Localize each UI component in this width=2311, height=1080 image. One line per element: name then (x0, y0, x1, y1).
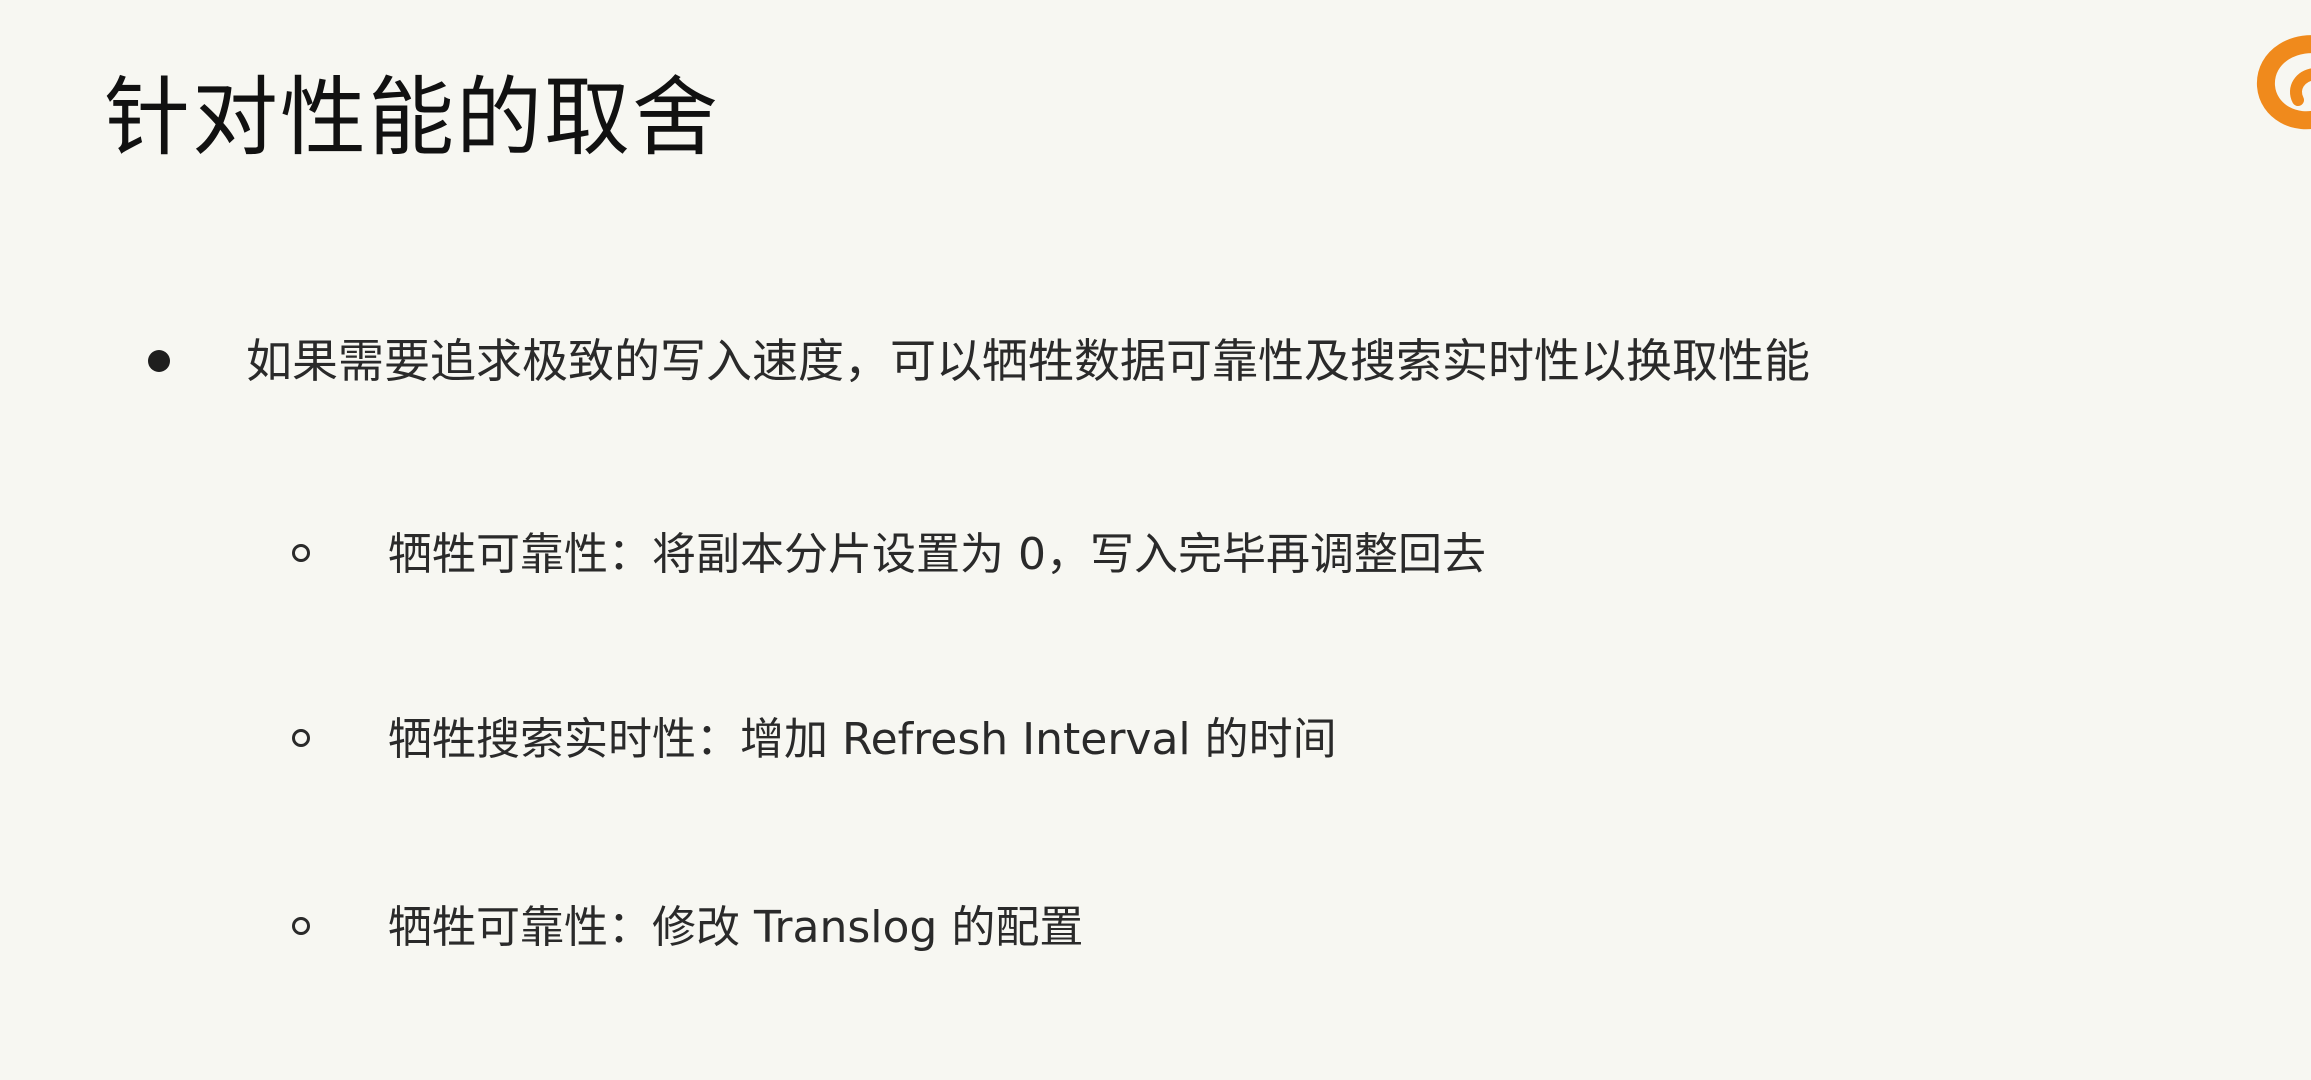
bullet-text: 如果需要追求极致的写入速度，可以牺牲数据可靠性及搜索实时性以换取性能 (246, 334, 1810, 388)
slide-title: 针对性能的取舍 (104, 68, 720, 168)
bullet-ring-icon (292, 729, 310, 747)
sub-bullet-text: 牺牲可靠性：修改 Translog 的配置 (388, 902, 1084, 953)
slide: 针对性能的取舍 如果需要追求极致的写入速度，可以牺牲数据可靠性及搜索实时性以换取… (0, 0, 2311, 1080)
bullet-ring-icon (292, 544, 310, 562)
bullet-ring-icon (292, 917, 310, 935)
orange-swirl-logo-icon (2257, 35, 2311, 130)
sub-bullet-text: 牺牲可靠性：将副本分片设置为 0，写入完毕再调整回去 (388, 529, 1486, 580)
bullet-dot-icon (148, 350, 170, 372)
sub-bullet-text: 牺牲搜索实时性：增加 Refresh Interval 的时间 (388, 714, 1337, 765)
